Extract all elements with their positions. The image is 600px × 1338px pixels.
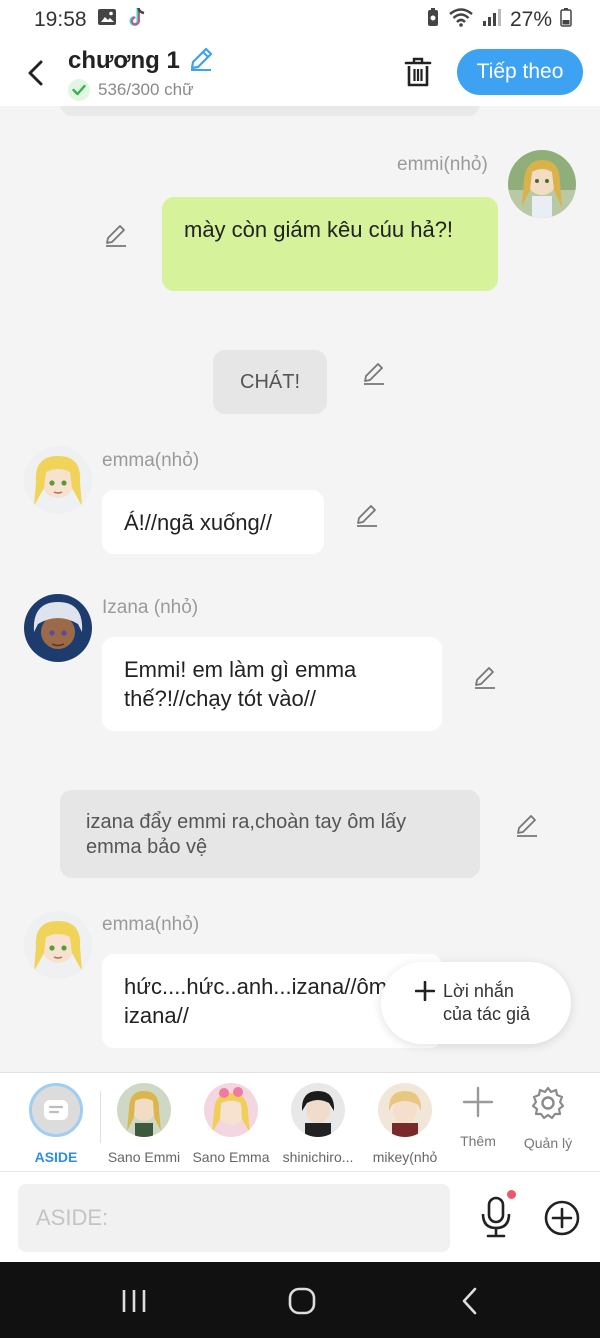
recent-apps-icon — [122, 1290, 146, 1312]
back-button[interactable] — [16, 53, 56, 93]
message-bubble[interactable]: Emmi! em làm gì emma thế?!//chạy tót vào… — [102, 637, 442, 731]
home-button[interactable] — [282, 1286, 322, 1316]
battery-percent: 27% — [509, 8, 552, 31]
aside-icon — [29, 1083, 83, 1137]
plus-icon — [414, 977, 436, 1007]
avatar-emma[interactable] — [24, 911, 92, 979]
character-label: shinichiro... — [282, 1149, 354, 1165]
avatar — [291, 1083, 345, 1137]
status-bar: 19:58 27% — [0, 0, 600, 40]
edit-message-icon[interactable] — [514, 812, 540, 838]
sender-name: emmi(nhỏ) — [397, 154, 488, 175]
character-sano-emma[interactable]: Sano Emma — [188, 1083, 274, 1165]
gear-icon — [531, 1086, 565, 1120]
status-time: 19:58 — [34, 8, 87, 31]
plus-circle-icon — [544, 1200, 580, 1236]
back-nav-button[interactable] — [450, 1286, 490, 1316]
next-button[interactable]: Tiếp theo — [457, 49, 583, 95]
sender-name: emma(nhỏ) — [102, 450, 200, 471]
signal-icon — [482, 8, 502, 32]
manage-button[interactable]: Quản lý — [513, 1085, 583, 1151]
microphone-button[interactable] — [476, 1194, 516, 1240]
author-note-button[interactable]: Lời nhắn của tác giả — [381, 962, 571, 1044]
input-bar — [0, 1172, 600, 1262]
back-icon — [462, 1287, 477, 1315]
character-shinichiro[interactable]: shinichiro... — [275, 1083, 361, 1165]
avatar — [378, 1083, 432, 1137]
wifi-icon — [448, 7, 474, 33]
chat-area[interactable]: emmi(nhỏ) mày còn giám kêu cúu hả?! CHÁT… — [0, 106, 600, 1072]
character-mikey[interactable]: mikey(nhỏ — [362, 1083, 448, 1165]
message-bubble[interactable]: mày còn giám kêu cúu hả?! — [162, 197, 498, 291]
chapter-title: chương 1 — [68, 47, 180, 74]
trash-icon — [404, 57, 432, 87]
message-bubble[interactable]: Á!//ngã xuống// — [102, 490, 324, 554]
message-input[interactable] — [18, 1184, 450, 1252]
avatar — [117, 1083, 171, 1137]
battery-saver-icon — [426, 7, 440, 33]
character-label: mikey(nhỏ — [372, 1149, 438, 1165]
edit-message-icon[interactable] — [361, 360, 387, 386]
sender-name: Izana (nhỏ) — [102, 597, 199, 618]
manage-label: Quản lý — [523, 1135, 573, 1151]
check-icon — [68, 78, 90, 101]
recent-apps-button[interactable] — [114, 1286, 154, 1316]
narration-bubble[interactable]: izana đẩy emmi ra,choàn tay ôm lấy emma … — [60, 790, 480, 878]
character-aside[interactable]: ASIDE — [13, 1083, 99, 1165]
chevron-left-icon — [28, 60, 43, 86]
tiktok-icon — [127, 6, 147, 34]
microphone-icon — [481, 1196, 511, 1238]
word-count: 536/300 chữ — [98, 79, 194, 99]
add-label: Thêm — [460, 1133, 496, 1149]
notification-dot — [507, 1190, 516, 1199]
plus-icon — [462, 1086, 494, 1118]
edit-message-icon[interactable] — [103, 222, 129, 248]
author-note-label: Lời nhắn của tác giả — [443, 981, 531, 1024]
system-nav-bar — [0, 1262, 600, 1338]
sender-name: emma(nhỏ) — [102, 914, 200, 935]
character-label: Sano Emma — [192, 1149, 270, 1165]
edit-message-icon[interactable] — [472, 664, 498, 690]
character-selector: ASIDE Sano Emmi Sano Emma shinichiro... … — [0, 1072, 600, 1172]
delete-button[interactable] — [398, 50, 438, 94]
add-attachment-button[interactable] — [542, 1198, 582, 1238]
avatar-emmi[interactable] — [508, 150, 576, 218]
previous-message-bubble[interactable] — [60, 106, 480, 116]
edit-message-icon[interactable] — [354, 502, 380, 528]
character-label: ASIDE — [34, 1149, 78, 1165]
character-label: Sano Emmi — [107, 1149, 181, 1165]
avatar-izana[interactable] — [24, 594, 92, 662]
chapter-header: chương 1 536/300 chữ Tiếp theo — [0, 40, 600, 106]
edit-title-icon[interactable] — [188, 46, 214, 77]
gallery-icon — [97, 8, 117, 32]
home-icon — [288, 1287, 316, 1315]
avatar — [204, 1083, 258, 1137]
narration-bubble[interactable]: CHÁT! — [213, 350, 327, 414]
add-character-button[interactable]: Thêm — [443, 1085, 513, 1149]
avatar-emma[interactable] — [24, 446, 92, 514]
battery-icon — [560, 7, 572, 33]
character-sano-emmi[interactable]: Sano Emmi — [101, 1083, 187, 1165]
